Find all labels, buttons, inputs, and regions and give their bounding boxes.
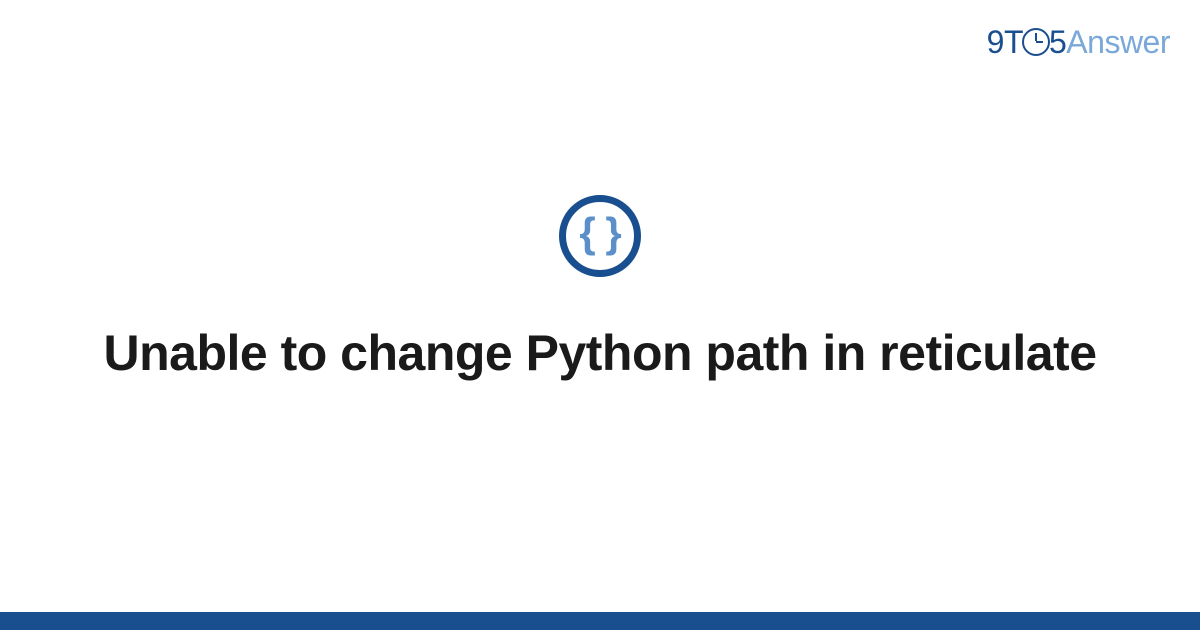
code-braces-glyph: { } [579, 212, 620, 260]
footer-accent-bar [0, 612, 1200, 630]
page-title: Unable to change Python path in reticula… [103, 322, 1096, 385]
code-braces-icon: { } [559, 195, 641, 277]
main-content: { } Unable to change Python path in reti… [0, 0, 1200, 630]
